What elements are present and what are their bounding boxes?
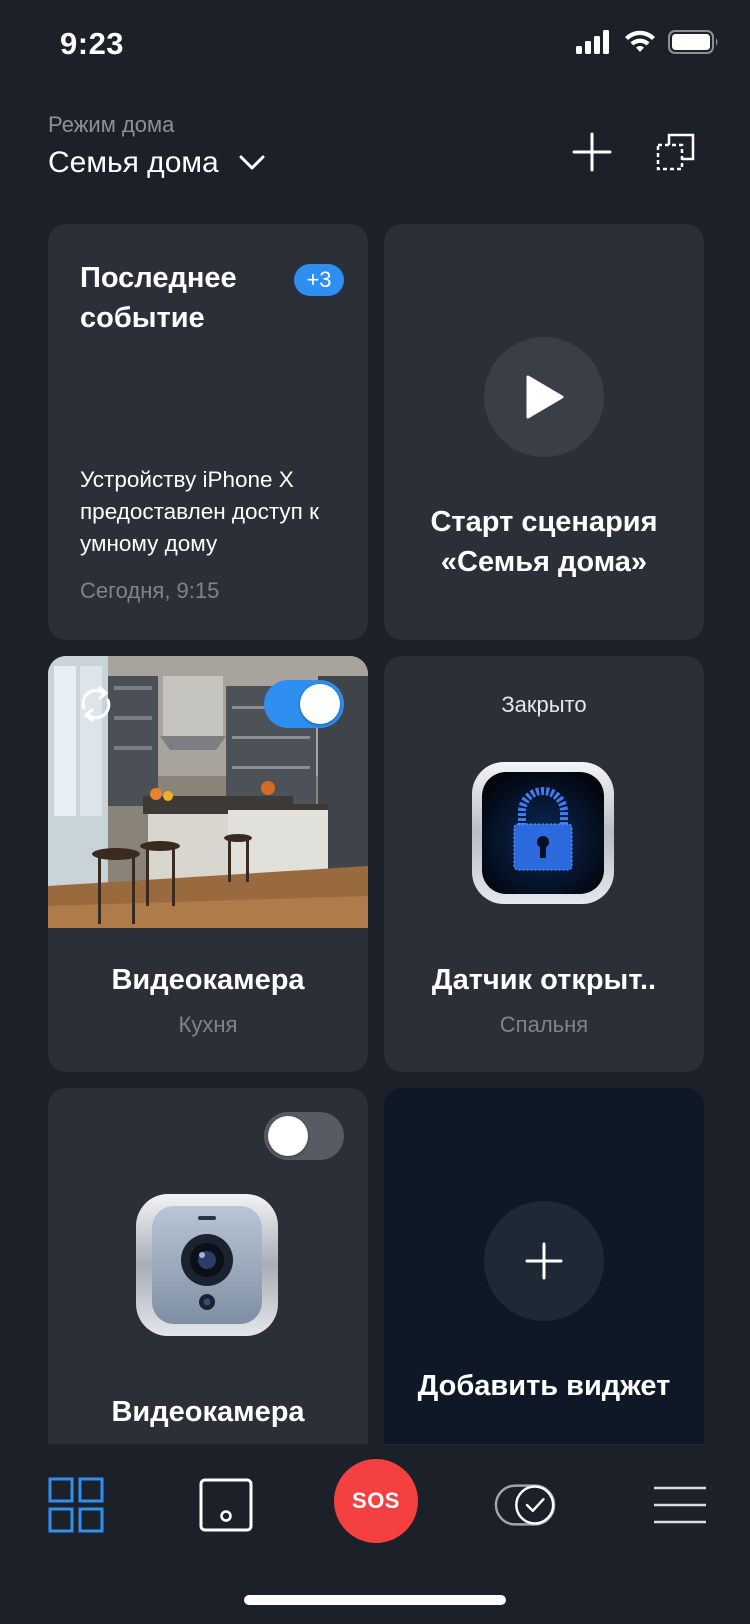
- camera-kitchen-title: Видеокамера: [111, 964, 305, 996]
- battery-icon: [668, 30, 718, 54]
- lock-icon: [472, 762, 614, 904]
- cellular-signal-icon: [576, 30, 609, 54]
- home-mode-value: Семья дома: [48, 146, 219, 179]
- toggle-knob: [300, 684, 340, 724]
- last-event-title: Последнее событие: [80, 262, 237, 334]
- bottom-tab-bar: SOS: [0, 1444, 750, 1624]
- tab-dashboard[interactable]: [44, 1473, 108, 1537]
- toggle-check-icon: [494, 1484, 556, 1526]
- hamburger-menu-icon: [654, 1486, 706, 1524]
- camera-kitchen-toggle[interactable]: [264, 680, 344, 728]
- device-icon: [199, 1478, 253, 1532]
- door-sensor-title: Датчик открыт..: [431, 964, 657, 996]
- wifi-icon: [625, 30, 655, 52]
- event-count-badge: +3: [294, 264, 344, 296]
- tab-scenarios[interactable]: [494, 1473, 558, 1537]
- tab-devices[interactable]: [194, 1473, 258, 1537]
- camera-2-title: Видеокамера: [111, 1396, 305, 1428]
- home-mode-selector[interactable]: Семья дома: [48, 146, 265, 180]
- status-bar: 9:23: [0, 0, 750, 92]
- scenario-title: Старт сценария «Семья дома»: [430, 506, 658, 578]
- add-widget-card[interactable]: Добавить виджет: [384, 1088, 704, 1488]
- rearrange-widgets-button[interactable]: [650, 126, 702, 178]
- chevron-down-icon: [239, 155, 265, 170]
- door-sensor-status: Закрыто: [501, 692, 587, 717]
- grid-icon: [48, 1477, 104, 1533]
- last-event-text: Устройству iPhone X предоставлен доступ …: [80, 467, 319, 556]
- camera-icon: [136, 1194, 278, 1336]
- sos-button[interactable]: SOS: [334, 1459, 418, 1543]
- tab-menu[interactable]: [648, 1473, 712, 1537]
- toggle-knob: [268, 1116, 308, 1156]
- camera-kitchen-card[interactable]: Видеокамера Кухня: [48, 656, 368, 1072]
- camera-kitchen-room: Кухня: [178, 1012, 238, 1037]
- add-button[interactable]: [566, 126, 618, 178]
- door-sensor-room: Спальня: [499, 1012, 589, 1037]
- status-icons: [576, 30, 720, 54]
- play-icon: [526, 375, 564, 419]
- refresh-icon[interactable]: [76, 684, 116, 724]
- duplicate-icon: [656, 133, 695, 171]
- camera-2-toggle[interactable]: [264, 1112, 344, 1160]
- scenario-card[interactable]: Старт сценария «Семья дома»: [384, 224, 704, 640]
- home-header: Режим дома Семья дома: [48, 108, 708, 188]
- last-event-time: Сегодня, 9:15: [80, 578, 220, 603]
- home-indicator: [244, 1595, 506, 1605]
- home-mode-label: Режим дома: [48, 112, 175, 137]
- plus-icon: [572, 132, 612, 172]
- add-widget-button[interactable]: [484, 1201, 604, 1321]
- add-widget-title: Добавить виджет: [417, 1370, 671, 1402]
- status-time: 9:23: [60, 26, 125, 61]
- camera-card-2[interactable]: Видеокамера: [48, 1088, 368, 1488]
- plus-icon: [525, 1242, 563, 1280]
- door-sensor-card[interactable]: Закрыто Датчик открыт.. Спальня: [384, 656, 704, 1072]
- play-scenario-button[interactable]: [484, 337, 604, 457]
- last-event-card[interactable]: Последнее событие +3 Устройству iPhone X…: [48, 224, 368, 640]
